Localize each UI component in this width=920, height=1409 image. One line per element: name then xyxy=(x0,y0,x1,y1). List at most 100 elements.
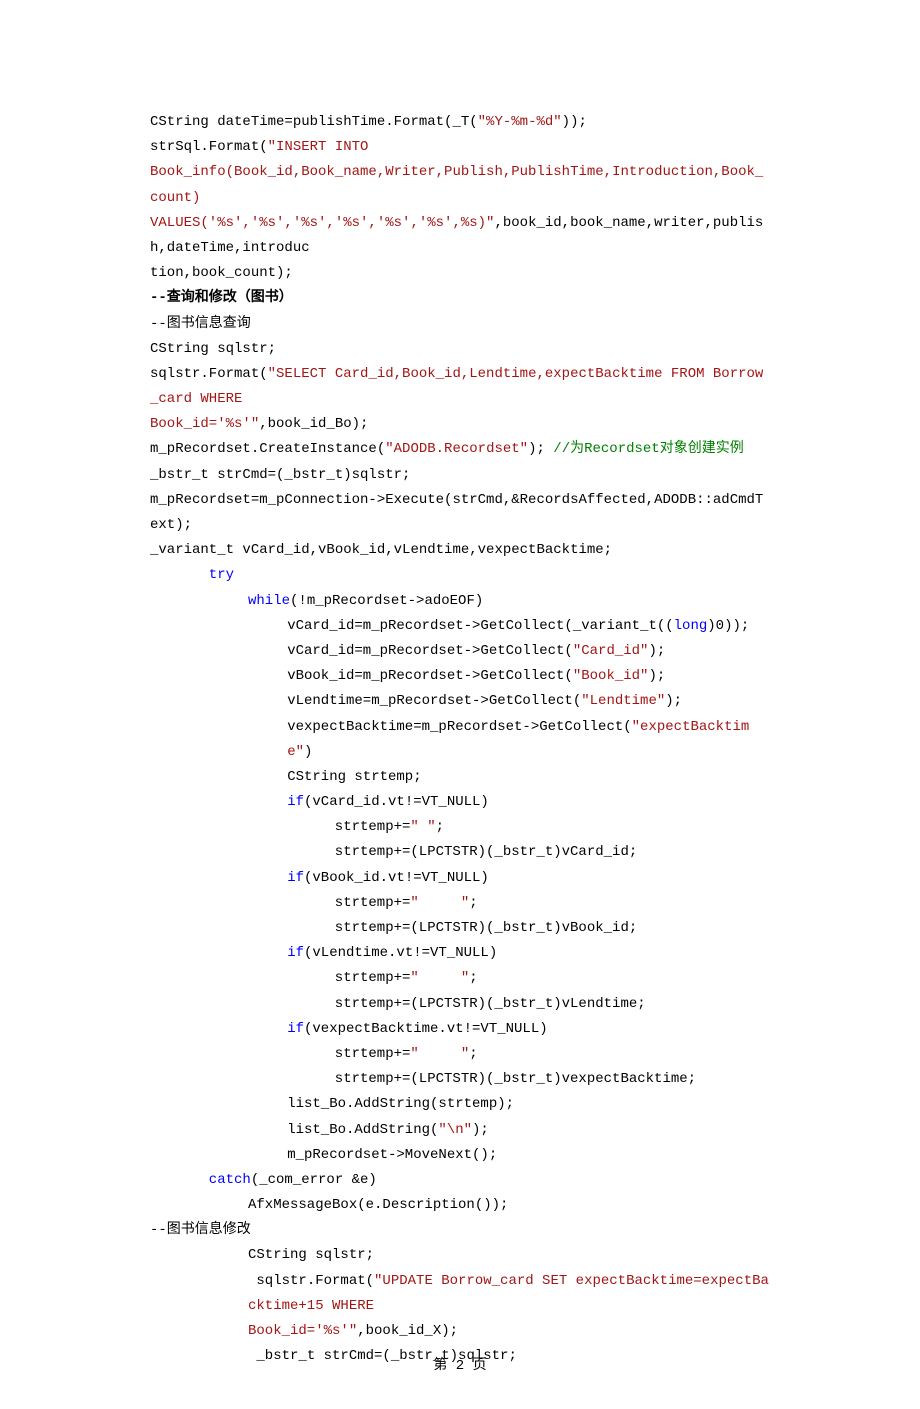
string-literal: "INSERT INTO xyxy=(268,139,369,155)
string-literal: " " xyxy=(410,1046,469,1062)
code-text: sqlstr.Format( xyxy=(248,1273,374,1289)
code-line: if(vCard_id.vt!=VT_NULL) xyxy=(150,790,770,815)
string-literal: "Card_id" xyxy=(573,643,649,659)
code-text: (vCard_id.vt!=VT_NULL) xyxy=(304,794,489,810)
code-text: ; xyxy=(469,970,477,986)
string-literal: "Book_id" xyxy=(573,668,649,684)
code-line: while(!m_pRecordset->adoEOF) xyxy=(150,589,770,614)
code-text: m_pRecordset.CreateInstance( xyxy=(150,441,385,457)
code-text: sqlstr.Format( xyxy=(150,366,268,382)
code-line: vBook_id=m_pRecordset->GetCollect("Book_… xyxy=(150,664,770,689)
keyword: long xyxy=(674,618,708,634)
code-text: strtemp+= xyxy=(326,1046,410,1062)
code-line: VALUES('%s','%s','%s','%s','%s','%s',%s)… xyxy=(150,211,770,261)
code-text: vCard_id=m_pRecordset->GetCollect(_varia… xyxy=(287,618,673,634)
code-line: catch(_com_error &e) xyxy=(150,1168,770,1193)
code-text: (!m_pRecordset->adoEOF) xyxy=(290,593,483,609)
code-line: m_pRecordset->MoveNext(); xyxy=(150,1143,770,1168)
code-text: ); xyxy=(648,668,665,684)
code-text: )); xyxy=(562,114,587,130)
code-line: strtemp+=(LPCTSTR)(_bstr_t)vexpectBackti… xyxy=(150,1067,770,1092)
code-line: strtemp+=" "; xyxy=(150,1042,770,1067)
keyword: catch xyxy=(209,1172,251,1188)
string-literal: VALUES('%s','%s','%s','%s','%s','%s',%s)… xyxy=(150,215,494,231)
code-text: CString dateTime=publishTime.Format(_T( xyxy=(150,114,478,130)
code-line: strtemp+=" "; xyxy=(150,966,770,991)
code-line: vexpectBacktime=m_pRecordset->GetCollect… xyxy=(150,715,770,765)
code-text: ); xyxy=(665,693,682,709)
code-text: ) xyxy=(304,744,312,760)
code-line: sqlstr.Format("SELECT Card_id,Book_id,Le… xyxy=(150,362,770,412)
string-literal: " " xyxy=(410,895,469,911)
code-text: strtemp+= xyxy=(326,819,410,835)
string-literal: Book_id='%s'" xyxy=(150,416,259,432)
code-line: _bstr_t strCmd=(_bstr_t)sqlstr; xyxy=(150,463,770,488)
comment-line: --图书信息查询 xyxy=(150,312,770,337)
code-line: Book_id='%s'",book_id_Bo); xyxy=(150,412,770,437)
code-line: vCard_id=m_pRecordset->GetCollect(_varia… xyxy=(150,614,770,639)
code-line: try xyxy=(150,563,770,588)
keyword: if xyxy=(287,1021,304,1037)
code-text: ; xyxy=(436,819,444,835)
code-line: strtemp+=(LPCTSTR)(_bstr_t)vBook_id; xyxy=(150,916,770,941)
keyword: if xyxy=(287,870,304,886)
code-text: (vBook_id.vt!=VT_NULL) xyxy=(304,870,489,886)
string-literal: " " xyxy=(410,819,435,835)
code-line: strtemp+=" "; xyxy=(150,891,770,916)
code-line: Book_info(Book_id,Book_name,Writer,Publi… xyxy=(150,160,770,210)
code-line: CString sqlstr; xyxy=(150,1243,770,1268)
code-line: strtemp+=(LPCTSTR)(_bstr_t)vLendtime; xyxy=(150,992,770,1017)
string-literal: "ADODB.Recordset" xyxy=(385,441,528,457)
code-text: (vLendtime.vt!=VT_NULL) xyxy=(304,945,497,961)
code-text: )0)); xyxy=(707,618,749,634)
code-line: CString strtemp; xyxy=(150,765,770,790)
code-text: vCard_id=m_pRecordset->GetCollect( xyxy=(287,643,573,659)
code-text: ,book_id_Bo); xyxy=(259,416,368,432)
code-text: ,book_id_X); xyxy=(357,1323,458,1339)
code-text: ); xyxy=(528,441,553,457)
code-line: if(vLendtime.vt!=VT_NULL) xyxy=(150,941,770,966)
code-line: _variant_t vCard_id,vBook_id,vLendtime,v… xyxy=(150,538,770,563)
code-text: ); xyxy=(472,1122,489,1138)
code-line: strtemp+=" "; xyxy=(150,815,770,840)
section-heading: --查询和修改（图书） xyxy=(150,286,770,311)
code-line: if(vexpectBacktime.vt!=VT_NULL) xyxy=(150,1017,770,1042)
page-footer: 第 2 页 xyxy=(0,1354,920,1379)
string-literal: "%Y-%m-%d" xyxy=(478,114,562,130)
code-line: tion,book_count); xyxy=(150,261,770,286)
code-text: strSql.Format( xyxy=(150,139,268,155)
keyword: while xyxy=(248,593,290,609)
comment-line: --图书信息修改 xyxy=(150,1218,770,1243)
keyword: if xyxy=(287,945,304,961)
code-text: ; xyxy=(469,1046,477,1062)
code-line: CString sqlstr; xyxy=(150,337,770,362)
code-text: strtemp+= xyxy=(326,970,410,986)
code-text: list_Bo.AddString( xyxy=(287,1122,438,1138)
code-line: m_pRecordset=m_pConnection->Execute(strC… xyxy=(150,488,770,538)
code-line: list_Bo.AddString(strtemp); xyxy=(150,1092,770,1117)
code-line: m_pRecordset.CreateInstance("ADODB.Recor… xyxy=(150,437,770,462)
code-text: ; xyxy=(469,895,477,911)
code-line: vCard_id=m_pRecordset->GetCollect("Card_… xyxy=(150,639,770,664)
code-text: strtemp+= xyxy=(326,895,410,911)
string-literal: Book_id='%s'" xyxy=(248,1323,357,1339)
comment: //为Recordset对象创建实例 xyxy=(553,441,743,457)
code-line: strSql.Format("INSERT INTO xyxy=(150,135,770,160)
code-line: vLendtime=m_pRecordset->GetCollect("Lend… xyxy=(150,689,770,714)
document-page: CString dateTime=publishTime.Format(_T("… xyxy=(0,0,920,1409)
code-text: (_com_error &e) xyxy=(251,1172,377,1188)
code-text: vBook_id=m_pRecordset->GetCollect( xyxy=(287,668,573,684)
code-line: Book_id='%s'",book_id_X); xyxy=(150,1319,770,1344)
string-literal: " " xyxy=(410,970,469,986)
code-text: vLendtime=m_pRecordset->GetCollect( xyxy=(287,693,581,709)
string-literal: "\n" xyxy=(438,1122,472,1138)
code-text: ); xyxy=(648,643,665,659)
string-literal: "Lendtime" xyxy=(581,693,665,709)
code-text: (vexpectBacktime.vt!=VT_NULL) xyxy=(304,1021,548,1037)
code-line: AfxMessageBox(e.Description()); xyxy=(150,1193,770,1218)
code-line: if(vBook_id.vt!=VT_NULL) xyxy=(150,866,770,891)
keyword: if xyxy=(287,794,304,810)
code-text: vexpectBacktime=m_pRecordset->GetCollect… xyxy=(287,719,631,735)
code-line: list_Bo.AddString("\n"); xyxy=(150,1118,770,1143)
code-line: CString dateTime=publishTime.Format(_T("… xyxy=(150,110,770,135)
